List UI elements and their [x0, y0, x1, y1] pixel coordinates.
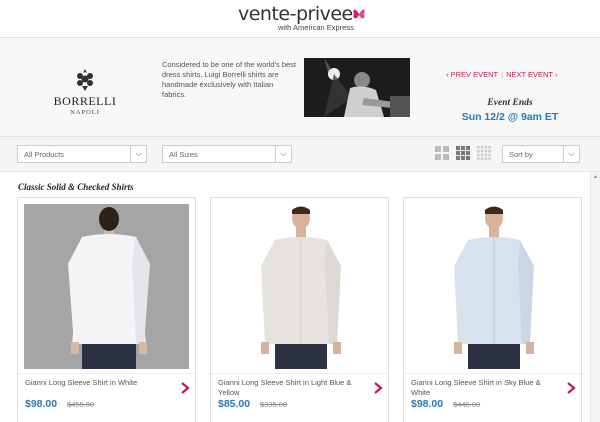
sizes-filter-value: All Sizes: [169, 150, 198, 159]
product-photo[interactable]: [24, 204, 189, 369]
product-card[interactable]: Gianni Long Sleeve Shirt in Sky Blue & W…: [403, 197, 582, 422]
grid-2-view-icon[interactable]: [435, 146, 449, 160]
grid-4-view-icon[interactable]: [477, 146, 491, 160]
original-price: $335.00: [260, 400, 288, 409]
sort-select[interactable]: Sort by ⌵: [502, 145, 580, 163]
brand-name: BORRELLI: [53, 94, 117, 108]
chevron-down-icon: ⌵: [130, 146, 146, 162]
section-title: Classic Solid & Checked Shirts: [18, 182, 134, 192]
sale-price: $85.00: [218, 398, 251, 410]
butterfly-icon: [353, 9, 365, 19]
sale-price: $98.00: [411, 398, 444, 410]
event-ends-label: Event Ends: [487, 98, 533, 108]
card-divider: [18, 373, 195, 374]
product-photo[interactable]: [217, 204, 382, 369]
product-photo[interactable]: [410, 204, 575, 369]
product-name[interactable]: Gianni Long Sleeve Shirt in White: [25, 378, 165, 388]
chevron-right-icon[interactable]: [372, 382, 384, 394]
page: vente-privee with American Express BORRE…: [0, 0, 600, 422]
scroll-up-icon[interactable]: ▲: [593, 174, 598, 180]
brand-logo: BORRELLI NAPOLI: [40, 68, 130, 134]
sort-value: Sort by: [509, 150, 533, 159]
sizes-filter-select[interactable]: All Sizes ⌵: [162, 145, 292, 163]
products-filter-select[interactable]: All Products ⌵: [17, 145, 147, 163]
product-name[interactable]: Gianni Long Sleeve Shirt in Light Blue &…: [218, 378, 358, 398]
nav-separator: |: [501, 70, 504, 79]
sale-price: $98.00: [25, 398, 58, 410]
product-card[interactable]: Gianni Long Sleeve Shirt in Light Blue &…: [210, 197, 389, 422]
brand-description: Considered to be one of the world's best…: [162, 60, 297, 99]
product-name[interactable]: Gianni Long Sleeve Shirt in Sky Blue & W…: [411, 378, 551, 398]
brand-subtitle: NAPOLI: [70, 109, 100, 116]
card-divider: [211, 373, 388, 374]
event-ends-date: Sun 12/2 @ 9am ET: [461, 111, 559, 123]
prev-event-label: PREV EVENT: [450, 70, 499, 79]
card-divider: [404, 373, 581, 374]
top-header: vente-privee with American Express: [0, 0, 600, 38]
logo-subtext: with American Express: [278, 23, 354, 32]
crest-icon: [77, 69, 93, 91]
product-card[interactable]: Gianni Long Sleeve Shirt in White $98.00…: [17, 197, 196, 422]
promo-image: [304, 58, 410, 117]
event-banner: BORRELLI NAPOLI Considered to be one of …: [0, 38, 600, 136]
original-price: $455.00: [67, 400, 95, 409]
event-navigation: ‹ PREV EVENT | NEXT EVENT ›: [446, 70, 571, 79]
chevron-right-icon[interactable]: [179, 382, 191, 394]
logo-text: vente-privee: [238, 3, 353, 25]
site-logo[interactable]: vente-privee with American Express: [238, 3, 368, 35]
next-event-label: NEXT EVENT: [506, 70, 554, 79]
chevron-down-icon: ⌵: [275, 146, 291, 162]
original-price: $446.00: [453, 400, 481, 409]
grid-3-view-icon[interactable]: [456, 146, 470, 160]
prev-event-link[interactable]: ‹ PREV EVENT: [446, 70, 498, 79]
filter-bar: All Products ⌵ All Sizes ⌵ Sort by ⌵: [0, 136, 600, 172]
scrollbar[interactable]: ▲: [590, 172, 600, 422]
product-section: Classic Solid & Checked Shirts Gianni Lo…: [0, 172, 600, 422]
products-filter-value: All Products: [24, 150, 65, 159]
next-event-link[interactable]: NEXT EVENT ›: [506, 70, 558, 79]
chevron-down-icon: ⌵: [563, 146, 579, 162]
chevron-right-icon[interactable]: [565, 382, 577, 394]
